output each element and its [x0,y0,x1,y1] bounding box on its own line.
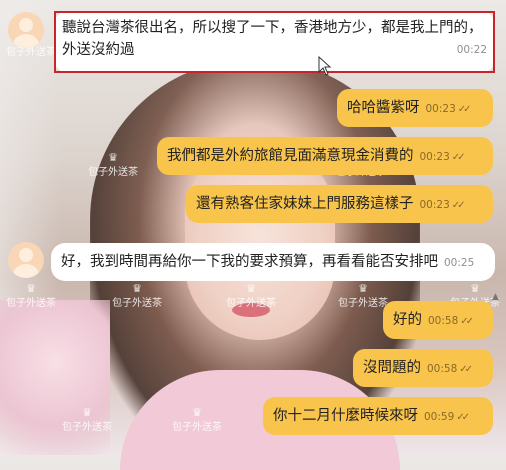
double-check-icon: ✓✓ [457,104,472,115]
message-text: 還有熟客住家妹妹上門服務這樣子 [196,196,414,212]
message-time: 00:23 [419,151,450,163]
message-bubble-incoming[interactable]: 聽說台灣茶很出名，所以搜了一下，香港地方少，都是我上門的， 外送沒約過 00:2… [54,11,495,73]
message-bubble-outgoing[interactable]: 沒問題的 00:58 ✓✓ [353,349,493,387]
message-text: 聽說台灣茶很出名，所以搜了一下，香港地方少，都是我上門的， [62,20,483,36]
double-check-icon: ✓✓ [451,152,466,163]
watermark: ♛包子外送茶 [88,151,138,178]
message-time: 00:59 [424,411,455,423]
message-time: 00:58 [428,315,459,327]
watermark: ♛包子外送茶 [6,282,56,309]
message-time: 00:23 [419,199,450,211]
watermark: ♛包子外送茶 [62,406,112,433]
message-text: 外送沒約過 [62,42,135,58]
message-text: 好，我到時間再給你一下我的要求預算，再看看能否安排吧 [61,254,438,270]
double-check-icon: ✓✓ [456,412,470,423]
mouse-pointer-icon [318,56,332,76]
watermark: ♛包子外送茶 [338,282,388,309]
contact-avatar[interactable] [8,12,44,48]
message-bubble-incoming[interactable]: 好，我到時間再給你一下我的要求預算，再看看能否安排吧 00:25 [51,243,495,281]
message-bubble-outgoing[interactable]: 我們都是外約旅館見面滿意現金消費的 00:23 ✓✓ [157,137,493,175]
watermark: ♛包子外送茶 [226,282,276,309]
scroll-up-icon[interactable]: ▲ [492,292,502,302]
message-bubble-outgoing[interactable]: 哈哈醬紫呀 00:23 ✓✓ [337,89,493,127]
message-bubble-outgoing[interactable]: 還有熟客住家妹妹上門服務這樣子 00:23 ✓✓ [186,185,493,223]
double-check-icon: ✓✓ [451,200,466,211]
message-time: 00:23 [425,103,456,115]
double-check-icon: ✓✓ [460,316,474,327]
message-text: 你十二月什麼時候來呀 [273,408,418,424]
message-time: 00:58 [427,363,458,375]
message-text: 哈哈醬紫呀 [347,100,420,116]
watermark: ♛包子外送茶 [172,406,222,433]
message-time: 00:22 [456,44,487,56]
double-check-icon: ✓✓ [459,364,473,375]
watermark: ♛包子外送茶 [112,282,162,309]
message-text: 沒問題的 [363,360,421,376]
message-text: 好的 [393,312,422,328]
message-time: 00:25 [444,257,475,269]
message-bubble-outgoing[interactable]: 你十二月什麼時候來呀 00:59 ✓✓ [263,397,493,435]
contact-avatar[interactable] [8,242,44,278]
message-text: 我們都是外約旅館見面滿意現金消費的 [167,148,414,164]
message-bubble-outgoing[interactable]: 好的 00:58 ✓✓ [383,301,493,339]
